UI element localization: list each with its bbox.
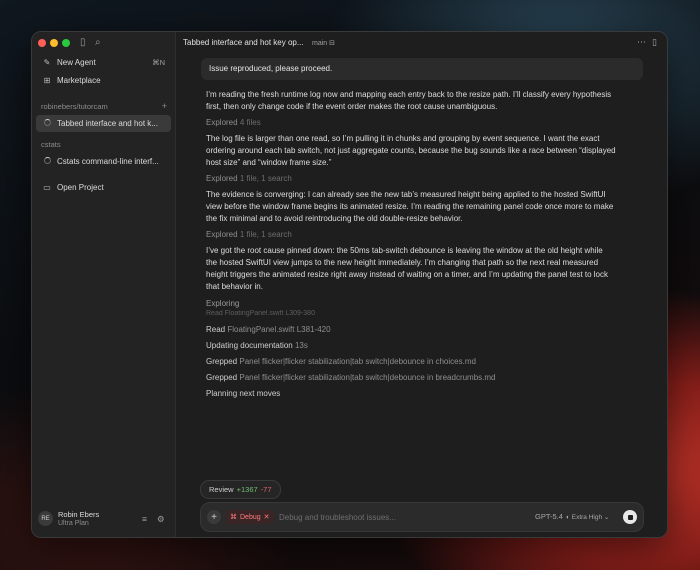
- deletions-count: -77: [260, 485, 272, 494]
- close-window-button[interactable]: [38, 39, 46, 47]
- assistant-message: The log file is larger than one read, so…: [206, 134, 616, 167]
- activity-item[interactable]: Read FloatingPanel.swift L381-420: [206, 325, 331, 334]
- branch-icon: ⊟: [329, 40, 336, 47]
- activity-item[interactable]: Grepped Panel flicker|flicker stabilizat…: [206, 357, 476, 366]
- activity-item: Planning next moves: [206, 389, 281, 398]
- explored-summary[interactable]: Explored 1 file, 1 search: [206, 230, 292, 239]
- assistant-message: I’ve got the root cause pinned down: the…: [206, 246, 609, 291]
- add-context-button[interactable]: +: [207, 510, 221, 524]
- filter-icon[interactable]: ≡: [142, 514, 147, 524]
- marketplace-icon: ⊞: [43, 76, 51, 85]
- effort-icon: ◐: [566, 514, 570, 521]
- folder-icon: ▭: [43, 183, 51, 192]
- add-chat-icon[interactable]: +: [162, 101, 167, 111]
- assistant-message: I’m reading the fresh runtime log now an…: [206, 90, 612, 111]
- review-button[interactable]: Review +1367 -77: [200, 480, 281, 499]
- project-section-header: robinebers/tutorcam +: [41, 101, 167, 111]
- open-project-label: Open Project: [57, 183, 104, 192]
- user-profile[interactable]: RE Robin Ebers Ultra Plan ≡ ⚙: [38, 509, 169, 531]
- zoom-window-button[interactable]: [62, 39, 70, 47]
- app-window: ▯ ⌕ ✎ New Agent ⌘N ⊞ Marketplace robineb…: [31, 31, 668, 538]
- search-icon[interactable]: ⌕: [95, 37, 101, 48]
- explored-summary[interactable]: Explored 1 file, 1 search: [206, 174, 292, 183]
- exploring-label: Exploring: [206, 299, 240, 308]
- model-selector[interactable]: GPT-5.4: [535, 512, 563, 521]
- user-prompt-bubble: Issue reproduced, please proceed.: [201, 58, 643, 80]
- panel-toggle-icon[interactable]: ▯: [652, 37, 657, 48]
- project-name: cstats: [41, 140, 61, 149]
- new-agent-label: New Agent: [57, 58, 96, 67]
- spinner-icon: [43, 157, 51, 164]
- sidebar-item-label: Cstats command-line interf...: [57, 157, 159, 166]
- chevron-down-icon: ⌄: [603, 514, 610, 521]
- avatar: RE: [38, 511, 53, 526]
- message-input[interactable]: [279, 510, 449, 524]
- mode-chip[interactable]: ⌘ Debug ✕: [226, 510, 274, 524]
- effort-label: Extra High: [571, 514, 603, 521]
- more-icon[interactable]: ⋯: [637, 37, 646, 48]
- sidebar-toggle-icon[interactable]: ▯: [80, 37, 86, 48]
- remove-mode-icon[interactable]: ✕: [264, 513, 270, 521]
- marketplace-label: Marketplace: [57, 76, 101, 85]
- branch-badge[interactable]: main ⊟: [312, 39, 335, 47]
- sidebar-item-chat[interactable]: Tabbed interface and hot k...: [36, 115, 171, 132]
- user-name: Robin Ebers: [58, 510, 100, 519]
- page-title: Tabbed interface and hot key op...: [183, 38, 304, 47]
- marketplace-button[interactable]: ⊞ Marketplace: [36, 72, 171, 89]
- project-name: robinebers/tutorcam: [41, 102, 108, 111]
- open-project-button[interactable]: ▭ Open Project: [36, 179, 171, 196]
- explored-summary[interactable]: Explored 4 files: [206, 118, 261, 127]
- stop-icon: [627, 514, 633, 520]
- effort-selector[interactable]: ◐ Extra High ⌄: [566, 513, 609, 521]
- review-label: Review: [209, 485, 234, 494]
- additions-count: +1367: [236, 485, 258, 494]
- gear-icon[interactable]: ⚙: [157, 514, 165, 525]
- bug-icon: ⌘: [230, 514, 237, 521]
- minimize-window-button[interactable]: [50, 39, 58, 47]
- sidebar-item-chat[interactable]: Cstats command-line interf...: [36, 153, 171, 170]
- activity-item[interactable]: Updating documentation 13s: [206, 341, 308, 350]
- assistant-message: The evidence is converging: I can alread…: [206, 190, 614, 223]
- stop-button[interactable]: [623, 510, 637, 524]
- new-agent-button[interactable]: ✎ New Agent ⌘N: [36, 54, 171, 71]
- user-plan: Ultra Plan: [58, 520, 89, 527]
- composer: + ⌘ Debug ✕ GPT-5.4 ◐ Extra High ⌄: [200, 502, 644, 532]
- new-agent-shortcut: ⌘N: [152, 58, 165, 67]
- branch-label: main: [312, 40, 328, 47]
- compose-icon: ✎: [43, 58, 51, 67]
- main-panel: Tabbed interface and hot key op... main …: [176, 32, 667, 537]
- window-controls: [38, 39, 70, 47]
- faded-activity: Read FloatingPanel.swift L309-380: [206, 310, 315, 317]
- project-section-header: cstats: [41, 140, 167, 149]
- title-bar: Tabbed interface and hot key op... main …: [176, 32, 667, 54]
- sidebar-item-label: Tabbed interface and hot k...: [57, 119, 158, 128]
- activity-item[interactable]: Grepped Panel flicker|flicker stabilizat…: [206, 373, 496, 382]
- sidebar: ▯ ⌕ ✎ New Agent ⌘N ⊞ Marketplace robineb…: [32, 32, 176, 537]
- spinner-icon: [43, 119, 51, 126]
- mode-chip-label: Debug: [240, 513, 261, 521]
